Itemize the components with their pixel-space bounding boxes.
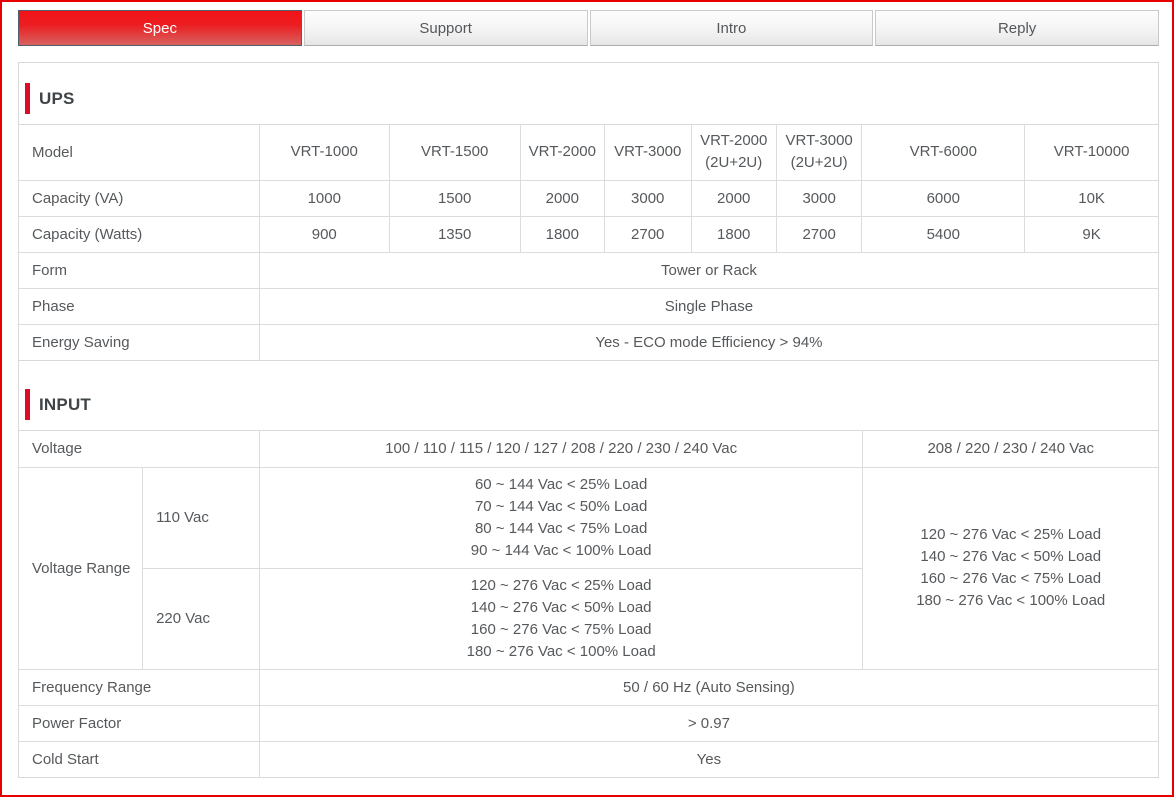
table-row-capacity-watts: Capacity (Watts) 900 1350 1800 2700 1800… bbox=[18, 215, 1159, 253]
capacity-va-cell: 2000 bbox=[690, 179, 777, 217]
ups-section-header: UPS bbox=[19, 63, 1158, 125]
capacity-va-cell: 1000 bbox=[258, 179, 390, 217]
row-label: Form bbox=[18, 251, 260, 289]
model-cell: VRT-3000 (2U+2U) bbox=[775, 124, 863, 181]
row-label: Capacity (VA) bbox=[18, 179, 260, 217]
table-row-frequency-range: Frequency Range 50 / 60 Hz (Auto Sensing… bbox=[18, 668, 1159, 706]
voltage-range-110-cell: 60 ~ 144 Vac < 25% Load 70 ~ 144 Vac < 5… bbox=[258, 466, 864, 569]
table-row-voltage: Voltage 100 / 110 / 115 / 120 / 127 / 20… bbox=[18, 430, 1159, 468]
capacity-watts-cell: 2700 bbox=[775, 215, 863, 253]
input-section-title: INPUT bbox=[39, 394, 91, 414]
voltage-range-high-cell: 120 ~ 276 Vac < 25% Load 140 ~ 276 Vac <… bbox=[862, 466, 1159, 670]
capacity-va-cell: 2000 bbox=[519, 179, 605, 217]
capacity-va-cell: 10K bbox=[1024, 179, 1159, 217]
tab-bar: Spec Support Intro Reply bbox=[18, 10, 1159, 46]
frequency-cell: 50 / 60 Hz (Auto Sensing) bbox=[258, 668, 1159, 706]
table-row-cold-start: Cold Start Yes bbox=[18, 740, 1159, 778]
row-label: Capacity (Watts) bbox=[18, 215, 260, 253]
cold-start-cell: Yes bbox=[258, 740, 1159, 778]
capacity-watts-cell: 1800 bbox=[519, 215, 605, 253]
capacity-va-cell: 3000 bbox=[603, 179, 692, 217]
phase-cell: Single Phase bbox=[258, 287, 1159, 325]
model-cell: VRT-1000 bbox=[258, 124, 390, 181]
section-marker-bar bbox=[25, 83, 30, 114]
table-row-energy-saving: Energy Saving Yes - ECO mode Efficiency … bbox=[18, 323, 1159, 361]
model-cell: VRT-6000 bbox=[861, 124, 1026, 181]
model-cell: VRT-3000 bbox=[603, 124, 692, 181]
table-row-model: Model VRT-1000 VRT-1500 VRT-2000 VRT-300… bbox=[18, 124, 1159, 181]
row-label: Voltage bbox=[18, 430, 260, 468]
capacity-watts-cell: 1350 bbox=[388, 215, 521, 253]
form-cell: Tower or Rack bbox=[258, 251, 1159, 289]
capacity-watts-cell: 2700 bbox=[603, 215, 692, 253]
tab-spec[interactable]: Spec bbox=[18, 10, 302, 46]
row-label: Voltage Range bbox=[18, 466, 144, 670]
row-label: Phase bbox=[18, 287, 260, 325]
voltage-main-cell: 100 / 110 / 115 / 120 / 127 / 208 / 220 … bbox=[258, 430, 864, 468]
tab-intro[interactable]: Intro bbox=[589, 10, 874, 46]
table-row-form: Form Tower or Rack bbox=[18, 251, 1159, 289]
table-row-voltage-range-110: Voltage Range 110 Vac 60 ~ 144 Vac < 25%… bbox=[18, 466, 1159, 670]
model-cell: VRT-2000 bbox=[519, 124, 605, 181]
tab-support[interactable]: Support bbox=[303, 10, 588, 46]
sub-row-label: 110 Vac bbox=[142, 466, 260, 569]
row-label: Cold Start bbox=[18, 740, 260, 778]
row-label: Model bbox=[18, 124, 260, 181]
input-section-header: INPUT bbox=[19, 360, 1158, 431]
model-cell: VRT-1500 bbox=[388, 124, 521, 181]
capacity-watts-cell: 1800 bbox=[690, 215, 777, 253]
ups-section-title: UPS bbox=[39, 88, 75, 108]
row-label: Energy Saving bbox=[18, 323, 260, 361]
input-table: Voltage 100 / 110 / 115 / 120 / 127 / 20… bbox=[18, 430, 1159, 778]
capacity-va-cell: 3000 bbox=[775, 179, 863, 217]
capacity-watts-cell: 900 bbox=[258, 215, 390, 253]
sub-row-label: 220 Vac bbox=[142, 567, 260, 670]
capacity-va-cell: 6000 bbox=[861, 179, 1026, 217]
capacity-va-cell: 1500 bbox=[388, 179, 521, 217]
table-row-capacity-va: Capacity (VA) 1000 1500 2000 3000 2000 3… bbox=[18, 179, 1159, 217]
capacity-watts-cell: 9K bbox=[1024, 215, 1159, 253]
energy-saving-cell: Yes - ECO mode Efficiency > 94% bbox=[258, 323, 1159, 361]
table-row-power-factor: Power Factor > 0.97 bbox=[18, 704, 1159, 742]
voltage-range-220-cell: 120 ~ 276 Vac < 25% Load 140 ~ 276 Vac <… bbox=[258, 567, 864, 670]
table-row-phase: Phase Single Phase bbox=[18, 287, 1159, 325]
tab-reply[interactable]: Reply bbox=[875, 10, 1159, 46]
power-factor-cell: > 0.97 bbox=[258, 704, 1159, 742]
spec-panel: UPS Model VRT-1000 VRT-1500 VRT-2000 VRT… bbox=[18, 62, 1159, 778]
model-cell: VRT-2000 (2U+2U) bbox=[690, 124, 777, 181]
row-label: Power Factor bbox=[18, 704, 260, 742]
capacity-watts-cell: 5400 bbox=[861, 215, 1026, 253]
section-marker-bar bbox=[25, 389, 30, 420]
voltage-high-cell: 208 / 220 / 230 / 240 Vac bbox=[862, 430, 1159, 468]
ups-table: Model VRT-1000 VRT-1500 VRT-2000 VRT-300… bbox=[18, 124, 1159, 361]
row-label: Frequency Range bbox=[18, 668, 260, 706]
model-cell: VRT-10000 bbox=[1024, 124, 1159, 181]
